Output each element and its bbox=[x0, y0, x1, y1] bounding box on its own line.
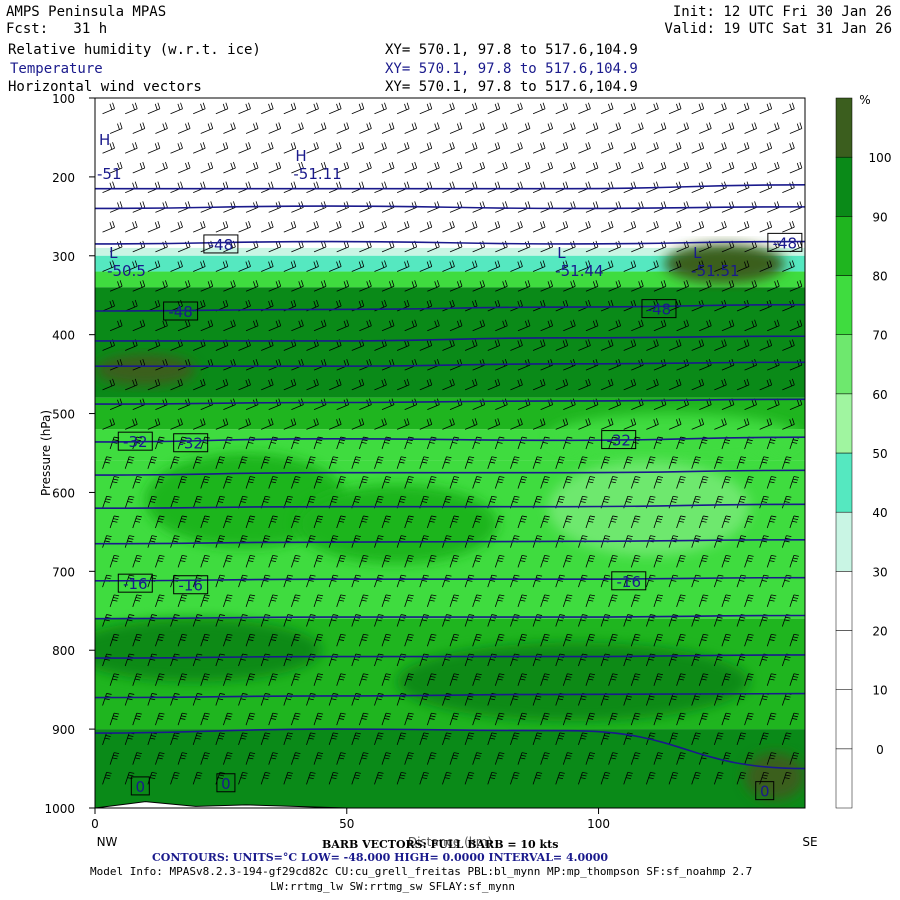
extremum-mark: L bbox=[557, 244, 566, 262]
contour-label: -32 bbox=[178, 435, 203, 453]
colorbar-label: 90 bbox=[872, 210, 887, 224]
y-tick-label: 500 bbox=[52, 408, 75, 422]
rh-patch bbox=[744, 752, 805, 801]
colorbar-segment bbox=[835, 156, 853, 217]
y-tick-label: 200 bbox=[52, 171, 75, 185]
x-tick-label: 100 bbox=[587, 817, 610, 831]
extremum-value: -51.44 bbox=[555, 262, 603, 280]
colorbar-label: 0 bbox=[876, 743, 884, 757]
contour-label: 0 bbox=[760, 783, 770, 801]
y-tick-label: 100 bbox=[52, 92, 75, 106]
y-tick-label: 900 bbox=[52, 723, 75, 737]
colorbar-segment bbox=[835, 630, 853, 690]
rh-patch bbox=[296, 484, 498, 564]
contour-label: -32 bbox=[606, 432, 631, 450]
contour-label: -48 bbox=[209, 236, 234, 254]
colorbar-unit: % bbox=[859, 93, 870, 107]
y-tick-label: 700 bbox=[52, 565, 75, 579]
extremum-value: -51 bbox=[97, 165, 122, 183]
colorbar-segment bbox=[835, 97, 853, 158]
contour-info: CONTOURS: UNITS=°C LOW= -48.000 HIGH= 0.… bbox=[152, 851, 609, 864]
contour-label: -16 bbox=[123, 575, 148, 593]
model-info: Model Info: MPASv8.2.3-194-gf29cd82c CU:… bbox=[90, 865, 753, 878]
colorbar: 0 10 20 30 40 50 60 70 80 90 100 bbox=[835, 97, 892, 809]
colorbar-label: 40 bbox=[872, 506, 887, 520]
y-tick-label: 600 bbox=[52, 486, 75, 500]
model-info-physics: LW:rrtmg_lw SW:rrtmg_sw SFLAY:sf_mynn bbox=[270, 880, 516, 893]
colorbar-segment bbox=[835, 216, 853, 276]
y-tick-label: 400 bbox=[52, 329, 75, 343]
colorbar-segment bbox=[835, 452, 853, 513]
colorbar-segment bbox=[835, 748, 853, 809]
contour-label: 0 bbox=[221, 775, 231, 793]
barb-legend: BARB VECTORS: FULL BARB = 10 kts bbox=[322, 838, 559, 851]
colorbar-segment bbox=[835, 275, 853, 335]
nw-label: NW bbox=[97, 835, 118, 849]
colorbar-label: 20 bbox=[872, 625, 887, 639]
colorbar-segment bbox=[835, 689, 853, 750]
extremum-mark: L bbox=[693, 244, 702, 262]
extremum-value: -50.5 bbox=[107, 262, 146, 280]
contour-label: -16 bbox=[178, 577, 203, 595]
contour-label: -48 bbox=[773, 234, 798, 252]
rh-layer bbox=[95, 729, 805, 808]
se-label: SE bbox=[802, 835, 817, 849]
colorbar-segment bbox=[835, 571, 853, 631]
colorbar-label: 50 bbox=[872, 447, 887, 461]
colorbar-label: 60 bbox=[872, 388, 887, 402]
colorbar-label: 80 bbox=[872, 270, 887, 284]
colorbar-label: 10 bbox=[872, 684, 887, 698]
y-tick-label: 1000 bbox=[44, 802, 75, 816]
contour-label: -32 bbox=[123, 433, 148, 451]
colorbar-segment bbox=[835, 393, 853, 454]
rh-field bbox=[95, 98, 805, 808]
cross-section-chart: -48 -48-48 -48-32 -32 -32-16 -16 -160 0 0H-51H-5… bbox=[39, 92, 892, 849]
y-tick-label: 300 bbox=[52, 250, 75, 264]
extremum-mark: H bbox=[99, 131, 110, 149]
colorbar-segment bbox=[835, 334, 853, 395]
y-tick-label: 800 bbox=[52, 644, 75, 658]
extremum-value: -51.11 bbox=[293, 165, 341, 183]
extremum-mark: L bbox=[109, 244, 118, 262]
y-axis-label: Pressure (hPa) bbox=[39, 410, 53, 496]
x-tick-label: 0 bbox=[91, 817, 99, 831]
extremum-mark: H bbox=[295, 147, 306, 165]
colorbar-label: 30 bbox=[872, 565, 887, 579]
x-tick-label: 50 bbox=[339, 817, 354, 831]
colorbar-label: 100 bbox=[869, 151, 892, 165]
rh-patch bbox=[95, 618, 322, 682]
extremum-value: -51.51 bbox=[691, 262, 739, 280]
colorbar-segment bbox=[835, 511, 853, 572]
contour-label: -48 bbox=[168, 303, 193, 321]
colorbar-label: 70 bbox=[872, 329, 887, 343]
contour-label: 0 bbox=[136, 778, 146, 796]
contour-label: -16 bbox=[617, 573, 642, 591]
contour-label: -48 bbox=[647, 301, 672, 319]
